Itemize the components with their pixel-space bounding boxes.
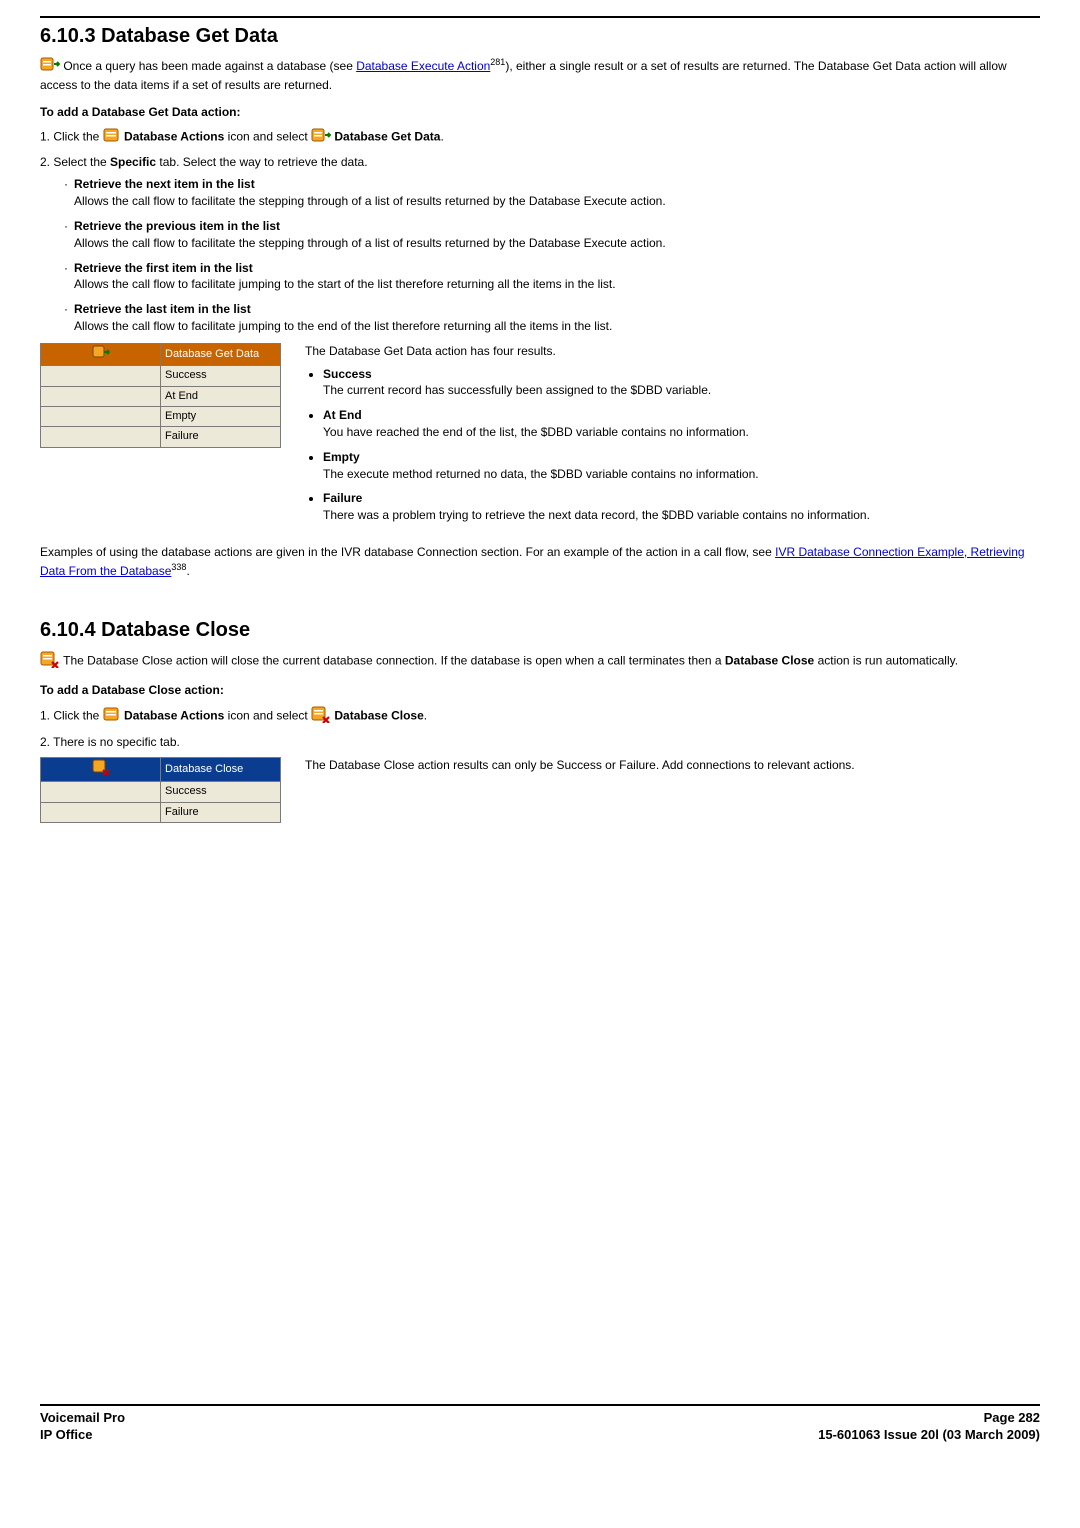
table-icon-cell-close <box>41 757 161 781</box>
intro-text-a: Once a query has been made against a dat… <box>60 59 356 73</box>
ex-a: Examples of using the database actions a… <box>40 545 775 559</box>
footer-right-2: 15-601063 Issue 20l (03 March 2009) <box>818 1427 1040 1444</box>
bb0: Allows the call flow to facilitate the s… <box>74 194 666 208</box>
table-header-get: Database Get Data <box>161 343 281 365</box>
rb3: There was a problem trying to retrieve t… <box>323 508 870 522</box>
footer-right-1: Page 282 <box>818 1410 1040 1427</box>
rt1: At End <box>323 407 1040 424</box>
close-results-text: The Database Close action results can on… <box>305 757 1040 774</box>
table-row: Success <box>161 782 281 802</box>
db-close-icon-2 <box>311 705 331 728</box>
bt1: Retrieve the previous item in the list <box>74 219 280 233</box>
s2-intro-b: Database Close <box>725 653 814 667</box>
section-title-2: 6.10.4 Database Close <box>40 616 1040 644</box>
bb2: Allows the call flow to facilitate jumpi… <box>74 277 616 291</box>
s2s1d: Database Close <box>334 709 423 723</box>
step-1-1: 1. Click the Database Actions icon and s… <box>40 127 1040 148</box>
step1d: Database Get Data <box>334 129 440 143</box>
table-row: At End <box>161 386 281 406</box>
intro-paragraph-2: The Database Close action will close the… <box>40 650 1040 673</box>
rb2: The execute method returned no data, the… <box>323 467 759 481</box>
table-row: Failure <box>161 427 281 447</box>
ex-b: . <box>186 564 189 578</box>
s2-intro-c: action is run automatically. <box>814 653 958 667</box>
footer-left-2: IP Office <box>40 1427 125 1444</box>
result-success: SuccessThe current record has successful… <box>323 366 1040 400</box>
bb1: Allows the call flow to facilitate the s… <box>74 236 666 250</box>
bt0: Retrieve the next item in the list <box>74 177 255 191</box>
sup-281: 281 <box>490 57 505 67</box>
step-2-2: 2. There is no specific tab. <box>40 734 1040 751</box>
step1a: 1. Click the <box>40 129 103 143</box>
table-header-close: Database Close <box>161 757 281 781</box>
db-actions-icon-2 <box>103 706 121 727</box>
bt3: Retrieve the last item in the list <box>74 302 251 316</box>
bb3: Allows the call flow to facilitate jumpi… <box>74 319 612 333</box>
result-atend: At EndYou have reached the end of the li… <box>323 407 1040 441</box>
sup-338: 338 <box>171 562 186 572</box>
get-data-results-table: Database Get Data Success At End Empty F… <box>40 343 281 448</box>
db-close-icon <box>40 650 60 673</box>
rt0: Success <box>323 366 1040 383</box>
add-heading-2: To add a Database Close action: <box>40 682 1040 699</box>
result-empty: EmptyThe execute method returned no data… <box>323 449 1040 483</box>
step-2-1: 1. Click the Database Actions icon and s… <box>40 705 1040 728</box>
close-results-table: Database Close Success Failure <box>40 757 281 823</box>
table-icon-cell <box>41 343 161 365</box>
table-row: Failure <box>161 802 281 822</box>
page-footer: Voicemail Pro IP Office Page 282 15-6010… <box>40 1404 1040 1444</box>
table-row: Empty <box>161 406 281 426</box>
rb1: You have reached the end of the list, th… <box>323 425 749 439</box>
s2-intro-a: The Database Close action will close the… <box>60 653 725 667</box>
s2s1c: icon and select <box>228 709 311 723</box>
step1e: . <box>440 129 443 143</box>
rt2: Empty <box>323 449 1040 466</box>
db-actions-icon <box>103 127 121 148</box>
step-1-2: 2. Select the Specific tab. Select the w… <box>40 154 1040 171</box>
examples-para: Examples of using the database actions a… <box>40 544 1040 580</box>
table-row: Success <box>161 366 281 386</box>
bt2: Retrieve the first item in the list <box>74 261 253 275</box>
bullet-prev: ·Retrieve the previous item in the listA… <box>64 218 1040 252</box>
bullet-first: ·Retrieve the first item in the listAllo… <box>64 260 1040 294</box>
step2c: tab. Select the way to retrieve the data… <box>156 155 367 169</box>
bullet-last: ·Retrieve the last item in the listAllow… <box>64 301 1040 335</box>
link-db-execute[interactable]: Database Execute Action <box>356 59 490 73</box>
bullet-next: ·Retrieve the next item in the listAllow… <box>64 176 1040 210</box>
retrieve-options: ·Retrieve the next item in the listAllow… <box>64 176 1040 334</box>
s2s1a: 1. Click the <box>40 709 103 723</box>
step2b: Specific <box>110 155 156 169</box>
s2s1b: Database Actions <box>124 709 224 723</box>
step1b: Database Actions <box>124 129 224 143</box>
step1c: icon and select <box>228 129 311 143</box>
footer-left-1: Voicemail Pro <box>40 1410 125 1427</box>
db-get-data-icon-2 <box>311 127 331 148</box>
db-get-data-icon <box>40 56 60 77</box>
add-heading-1: To add a Database Get Data action: <box>40 104 1040 121</box>
result-failure: FailureThere was a problem trying to ret… <box>323 490 1040 524</box>
results-intro: The Database Get Data action has four re… <box>305 343 1040 360</box>
rt3: Failure <box>323 490 1040 507</box>
section-title-1: 6.10.3 Database Get Data <box>40 22 1040 50</box>
intro-paragraph-1: Once a query has been made against a dat… <box>40 56 1040 94</box>
step2a: 2. Select the <box>40 155 110 169</box>
s2s1e: . <box>424 709 427 723</box>
rb0: The current record has successfully been… <box>323 383 711 397</box>
